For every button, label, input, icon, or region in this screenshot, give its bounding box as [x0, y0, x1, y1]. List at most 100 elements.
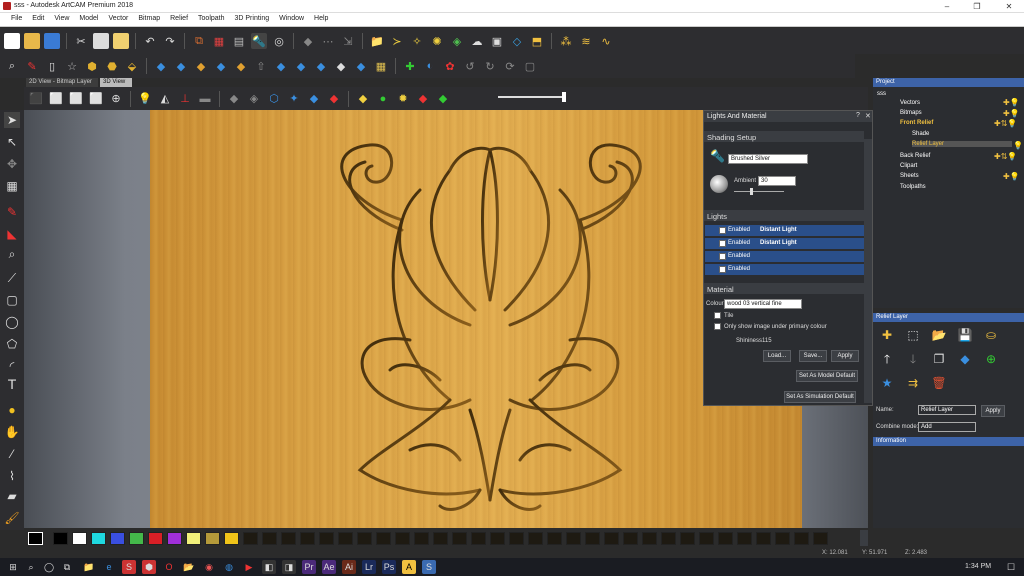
- smudge-icon[interactable]: ⁄: [4, 446, 20, 462]
- add-green-icon[interactable]: ⊕: [983, 351, 999, 367]
- relief-shape-icon[interactable]: ⬢: [84, 58, 100, 74]
- app-icon-2[interactable]: ◧: [262, 560, 276, 574]
- apply-button[interactable]: Apply: [831, 350, 859, 362]
- front-relief-actions-icon[interactable]: ✚⇅💡: [994, 119, 1017, 128]
- spray-icon[interactable]: ✧: [409, 33, 425, 49]
- layers-icon[interactable]: ◇: [509, 33, 525, 49]
- light-row-1[interactable]: Enabled Distant Light: [705, 225, 865, 236]
- relief-zero-icon[interactable]: ◆: [213, 58, 229, 74]
- star-icon[interactable]: ☆: [64, 58, 80, 74]
- rectangle-icon[interactable]: ▢: [4, 292, 20, 308]
- relief-sculpt-icon[interactable]: ⬙: [124, 58, 140, 74]
- vector-node-icon[interactable]: ◆: [300, 33, 316, 49]
- measure-tool-icon[interactable]: ⌕: [4, 246, 20, 262]
- relief-apply-button[interactable]: Apply: [981, 405, 1005, 417]
- light-row-3[interactable]: Enabled: [705, 251, 865, 262]
- copy-icon[interactable]: [93, 33, 109, 49]
- slider-handle[interactable]: [562, 92, 566, 102]
- light-2-checkbox[interactable]: [719, 240, 726, 247]
- redo-icon[interactable]: ↷: [162, 33, 178, 49]
- swatch-empty[interactable]: [414, 532, 429, 545]
- start-icon[interactable]: ⊞: [6, 560, 20, 574]
- swatch-red[interactable]: [148, 532, 163, 545]
- undo-icon[interactable]: ↶: [142, 33, 158, 49]
- swatch-light-yellow[interactable]: [186, 532, 201, 545]
- shininess-value[interactable]: 115: [762, 338, 772, 344]
- swatch-empty[interactable]: [680, 532, 695, 545]
- add-bulb-icon[interactable]: ✚💡: [1003, 109, 1020, 118]
- close-button[interactable]: ✕: [994, 0, 1024, 13]
- help-icon[interactable]: ?: [856, 112, 860, 119]
- premiere-icon[interactable]: Pr: [302, 560, 316, 574]
- node-edit-icon[interactable]: ↖: [4, 134, 20, 150]
- swatch-white[interactable]: [72, 532, 87, 545]
- zoom-fit-icon[interactable]: ⊕: [108, 91, 124, 107]
- swatch-empty[interactable]: [243, 532, 258, 545]
- relief-merge-icon[interactable]: ◆: [193, 58, 209, 74]
- task-switch-icon[interactable]: ⧉: [60, 560, 74, 574]
- pencil-icon[interactable]: ✎: [4, 204, 20, 220]
- tree-clipart[interactable]: Clipart: [900, 163, 917, 169]
- bulb-icon[interactable]: 💡: [137, 91, 153, 107]
- opera-icon[interactable]: O: [162, 560, 176, 574]
- clipart-icon[interactable]: ☁: [469, 33, 485, 49]
- explorer-icon[interactable]: 📁: [82, 560, 96, 574]
- load-button[interactable]: Load...: [763, 350, 791, 362]
- back-relief-actions-icon[interactable]: ✚⇅💡: [994, 152, 1017, 161]
- cut-icon[interactable]: ✂: [73, 33, 89, 49]
- relief-add-icon[interactable]: ◆: [153, 58, 169, 74]
- floor-icon[interactable]: ▬: [197, 91, 213, 107]
- only-show-checkbox[interactable]: [714, 323, 721, 330]
- app-s-icon[interactable]: S: [122, 560, 136, 574]
- media-icon[interactable]: ▶: [242, 560, 256, 574]
- plus-green-icon[interactable]: ✚: [402, 58, 418, 74]
- restore-button[interactable]: ❐: [962, 0, 992, 13]
- relief-reset-icon[interactable]: ◆: [233, 58, 249, 74]
- layer-star-icon[interactable]: ★: [879, 375, 895, 391]
- rainbow-icon[interactable]: ◆: [435, 91, 451, 107]
- app-red-icon[interactable]: ⬢: [142, 560, 156, 574]
- path-icon[interactable]: ≻: [389, 33, 405, 49]
- tab-3d-view[interactable]: 3D View: [100, 78, 132, 87]
- paint-layer-icon[interactable]: ⛀: [983, 327, 999, 343]
- wave-icon[interactable]: ≋: [578, 33, 594, 49]
- minimize-button[interactable]: –: [932, 0, 962, 13]
- lights-header[interactable]: Lights: [704, 210, 864, 221]
- circle-icon[interactable]: ◯: [4, 314, 20, 330]
- transparency-slider[interactable]: [498, 96, 566, 98]
- transform-tool-icon[interactable]: ✥: [4, 156, 20, 172]
- grid-icon[interactable]: ▦: [211, 33, 227, 49]
- save-layer-icon[interactable]: 💾: [957, 327, 973, 343]
- layer-blue-icon[interactable]: ◆: [306, 91, 322, 107]
- swatch-empty[interactable]: [300, 532, 315, 545]
- save-button[interactable]: Save...: [799, 350, 827, 362]
- swatch-blue[interactable]: [110, 532, 125, 545]
- cube-front-icon[interactable]: ⬛: [28, 91, 44, 107]
- sheets-actions-icon[interactable]: ✚💡: [1003, 172, 1020, 181]
- tree-shade[interactable]: Shade: [912, 131, 929, 137]
- swatch-empty[interactable]: [528, 532, 543, 545]
- swatch-empty[interactable]: [547, 532, 562, 545]
- ambient-slider[interactable]: [734, 191, 784, 192]
- star-blue-icon[interactable]: ✦: [286, 91, 302, 107]
- fill-icon[interactable]: ◣: [4, 226, 20, 242]
- cube-side-icon[interactable]: ⬜: [68, 91, 84, 107]
- set-model-default-button[interactable]: Set As Model Default: [796, 370, 858, 382]
- relief-bake-icon[interactable]: ▦: [373, 58, 389, 74]
- swatch-olive[interactable]: [205, 532, 220, 545]
- swatch-green[interactable]: [129, 532, 144, 545]
- relief-subtract-icon[interactable]: ◆: [173, 58, 189, 74]
- swatch-empty[interactable]: [395, 532, 410, 545]
- view-mode-icon[interactable]: ⬡: [266, 91, 282, 107]
- arc-icon[interactable]: ◜: [4, 358, 20, 374]
- tree-root[interactable]: sss: [877, 91, 886, 97]
- ai-icon[interactable]: Ai: [342, 560, 356, 574]
- layer-arrows-icon[interactable]: ⇉: [905, 375, 921, 391]
- light-1-checkbox[interactable]: [719, 227, 726, 234]
- frame-icon[interactable]: ▢: [522, 58, 538, 74]
- text-tool-icon[interactable]: T: [4, 376, 20, 392]
- tile-checkbox[interactable]: [714, 312, 721, 319]
- rotate-icon[interactable]: ⟳: [502, 58, 518, 74]
- artcam-task-icon[interactable]: A: [402, 560, 416, 574]
- move-up-icon[interactable]: 🡑: [879, 351, 895, 367]
